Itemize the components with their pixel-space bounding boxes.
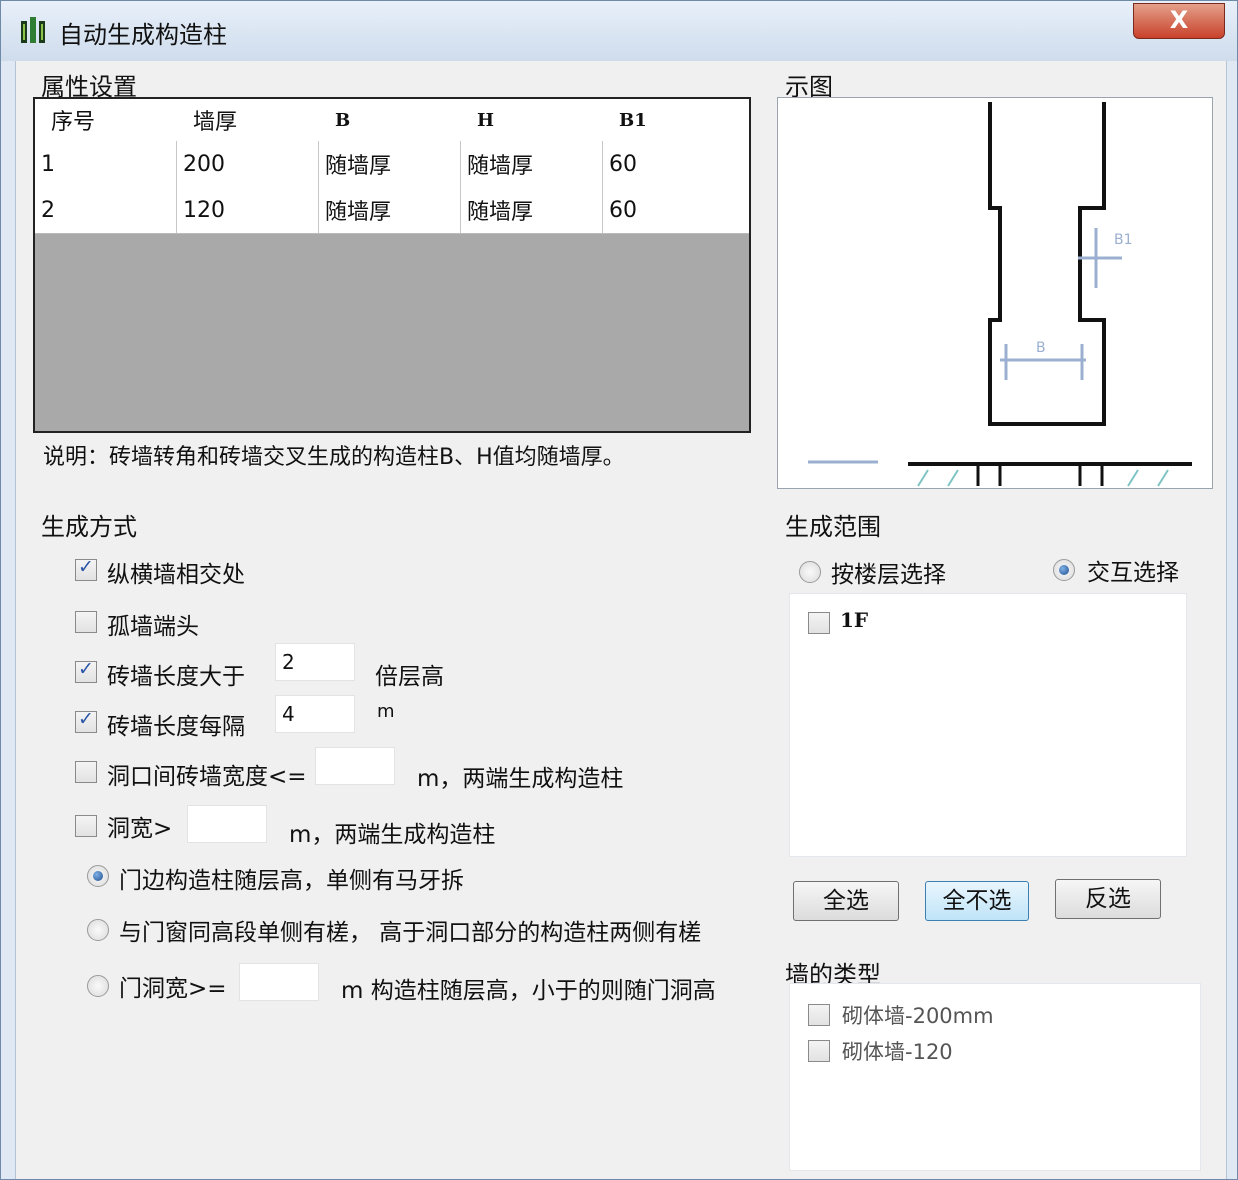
table-cell[interactable]: 1 — [35, 141, 177, 187]
same-height-radio[interactable] — [87, 919, 109, 941]
interactive-radio[interactable] — [1053, 559, 1075, 581]
table-row[interactable]: 1 200 随墙厚 随墙厚 60 — [35, 141, 749, 188]
table-cell[interactable]: 60 — [603, 187, 749, 233]
close-icon: X — [1169, 6, 1189, 34]
table-cell[interactable]: 60 — [603, 141, 749, 187]
table-cell[interactable]: 随墙厚 — [461, 187, 603, 233]
generation-section-title: 生成方式 — [41, 513, 137, 541]
wall-type-list[interactable]: 砌体墙-200mm 砌体墙-120 — [789, 983, 1201, 1171]
door-full-height-radio[interactable] — [87, 865, 109, 887]
length-greater-suffix: 倍层高 — [375, 664, 444, 690]
door-full-height-label: 门边构造柱随层高，单侧有马牙拆 — [119, 868, 464, 894]
window-title: 自动生成构造柱 — [59, 21, 227, 49]
intersection-checkbox[interactable] — [75, 556, 97, 581]
table-cell[interactable]: 随墙厚 — [319, 187, 461, 233]
dialog-window: 自动生成构造柱 X 属性设置 序号 墙厚 B H B1 1 200 随墙厚 随墙… — [0, 0, 1238, 1180]
interactive-label: 交互选择 — [1087, 560, 1179, 586]
close-button[interactable]: X — [1133, 3, 1225, 39]
length-greater-label: 砖墙长度大于 — [107, 664, 245, 690]
table-cell[interactable]: 120 — [177, 187, 319, 233]
invert-selection-button[interactable]: 反选 — [1055, 879, 1161, 919]
table-cell[interactable]: 200 — [177, 141, 319, 187]
door-width-radio[interactable] — [87, 975, 109, 997]
door-width-label: 门洞宽>= — [119, 976, 227, 1002]
same-height-label: 与门窗同高段单侧有槎， 高于洞口部分的构造柱两侧有槎 — [119, 920, 702, 946]
table-row[interactable]: 2 120 随墙厚 随墙厚 60 — [35, 187, 749, 234]
by-floor-label: 按楼层选择 — [831, 562, 946, 588]
wall-type-checkbox[interactable] — [808, 1004, 830, 1026]
door-width-suffix: m 构造柱随层高，小于的则随门洞高 — [341, 978, 716, 1004]
opening-width-label: 洞宽> — [107, 816, 173, 842]
wall-type-label: 砌体墙-120 — [842, 1040, 953, 1064]
opening-width-input[interactable] — [187, 805, 267, 843]
diagram-panel: B1 B — [777, 97, 1213, 489]
table-cell[interactable]: 随墙厚 — [319, 141, 461, 187]
table-cell[interactable]: 随墙厚 — [461, 141, 603, 187]
column-diagram: B1 B — [808, 102, 1192, 487]
table-header: 序号 墙厚 B H B1 — [35, 99, 749, 142]
opening-gap-input[interactable] — [315, 747, 395, 785]
select-all-button[interactable]: 全选 — [793, 881, 899, 921]
isolated-end-checkbox[interactable] — [75, 611, 97, 633]
wall-type-label: 砌体墙-200mm — [842, 1004, 994, 1028]
isolated-end-label: 孤墙端头 — [107, 614, 199, 640]
table-cell[interactable]: 2 — [35, 187, 177, 233]
length-every-input[interactable]: 4 — [275, 695, 355, 733]
opening-width-checkbox[interactable] — [75, 815, 97, 837]
length-greater-checkbox[interactable] — [75, 658, 97, 683]
column-header[interactable]: H — [461, 99, 603, 141]
length-every-suffix: m — [377, 701, 395, 722]
opening-gap-suffix: m，两端生成构造柱 — [417, 766, 624, 792]
app-icon — [21, 17, 45, 43]
b-label: B — [1036, 340, 1046, 356]
opening-width-suffix: m，两端生成构造柱 — [289, 822, 496, 848]
opening-gap-checkbox[interactable] — [75, 761, 97, 783]
column-header[interactable]: B1 — [603, 99, 749, 141]
column-header[interactable]: 序号 — [35, 99, 177, 141]
opening-gap-label: 洞口间砖墙宽度<= — [107, 764, 307, 790]
floor-list[interactable]: 1F — [789, 593, 1187, 857]
column-header[interactable]: 墙厚 — [177, 99, 319, 141]
column-header[interactable]: B — [319, 99, 461, 141]
title-bar[interactable]: 自动生成构造柱 X — [1, 1, 1237, 61]
select-none-button[interactable]: 全不选 — [925, 881, 1029, 921]
intersection-label: 纵横墙相交处 — [107, 562, 245, 588]
scope-section-title: 生成范围 — [785, 513, 881, 541]
properties-table[interactable]: 序号 墙厚 B H B1 1 200 随墙厚 随墙厚 60 2 120 随墙厚 … — [33, 97, 751, 433]
properties-note: 说明：砖墙转角和砖墙交叉生成的构造柱B、H值均随墙厚。 — [43, 445, 625, 470]
door-width-input[interactable] — [239, 963, 319, 1001]
wall-type-checkbox[interactable] — [808, 1040, 830, 1062]
length-greater-input[interactable]: 2 — [275, 643, 355, 681]
b1-label: B1 — [1114, 232, 1133, 248]
length-every-checkbox[interactable] — [75, 708, 97, 733]
length-every-label: 砖墙长度每隔 — [107, 714, 245, 740]
floor-1f-checkbox[interactable] — [808, 612, 830, 634]
floor-1f-label: 1F — [840, 608, 869, 632]
by-floor-radio[interactable] — [799, 561, 821, 583]
